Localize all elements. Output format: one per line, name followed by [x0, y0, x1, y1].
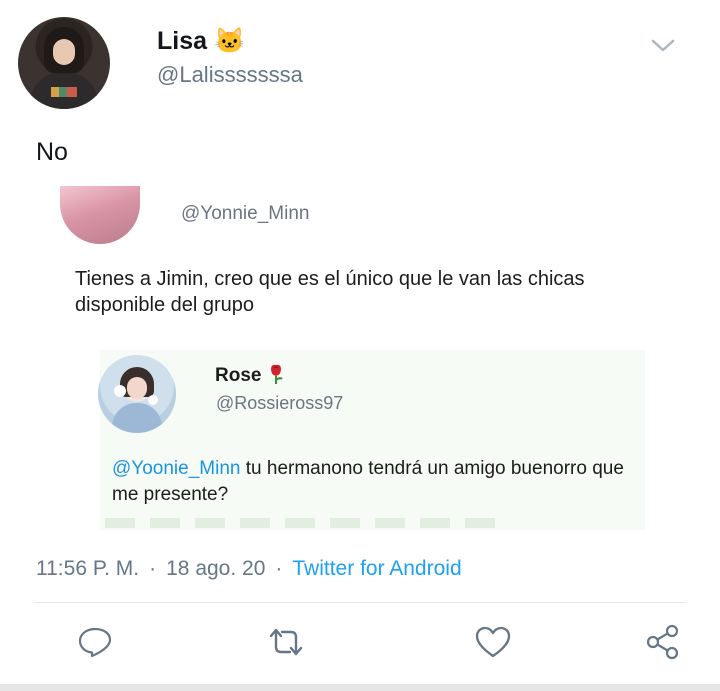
tweet-date: 18 ago. 20 [166, 557, 266, 580]
like-button[interactable] [473, 622, 513, 662]
embedded-tweet-text-1: Tienes a Jimin, creo que es el único que… [75, 268, 585, 316]
heart-icon [475, 626, 511, 658]
embedded-quote-mention: @Yoonie_Minn [112, 458, 241, 479]
share-icon [646, 624, 679, 660]
meta-separator: · [149, 557, 157, 580]
meta-separator: · [275, 557, 283, 580]
rose-icon [271, 364, 283, 384]
bottom-edge [0, 684, 720, 691]
tweet-meta: 11:56 P. M. · 18 ago. 20 · Twitter for Andro… [36, 557, 462, 581]
retweet-icon [269, 628, 303, 656]
chevron-down-icon[interactable] [648, 36, 678, 56]
author-name[interactable]: Lisa 🐱 [157, 27, 245, 56]
author-handle[interactable]: @Lalisssssssa [157, 62, 303, 88]
share-button[interactable] [643, 622, 683, 662]
reply-button[interactable] [75, 622, 115, 662]
tweet-source-link[interactable]: Twitter for Android [292, 557, 461, 580]
tweet-time: 11:56 P. M. [36, 557, 140, 580]
embedded-quote-handle: @Rossieross97 [216, 393, 344, 413]
reply-icon [78, 627, 112, 658]
embedded-handle-1: @Yonnie_Minn [181, 203, 310, 224]
embedded-quote-text: @Yoonie_Minn tu hermanono tendrá un amig… [112, 456, 652, 508]
retweet-button[interactable] [266, 622, 306, 662]
embedded-cut-off-text [105, 518, 505, 528]
embedded-avatar-2 [98, 355, 176, 433]
tweet-text: No [36, 138, 68, 166]
embedded-quote-name: Rose [215, 365, 262, 386]
author-avatar[interactable] [18, 17, 110, 109]
divider [34, 602, 686, 603]
